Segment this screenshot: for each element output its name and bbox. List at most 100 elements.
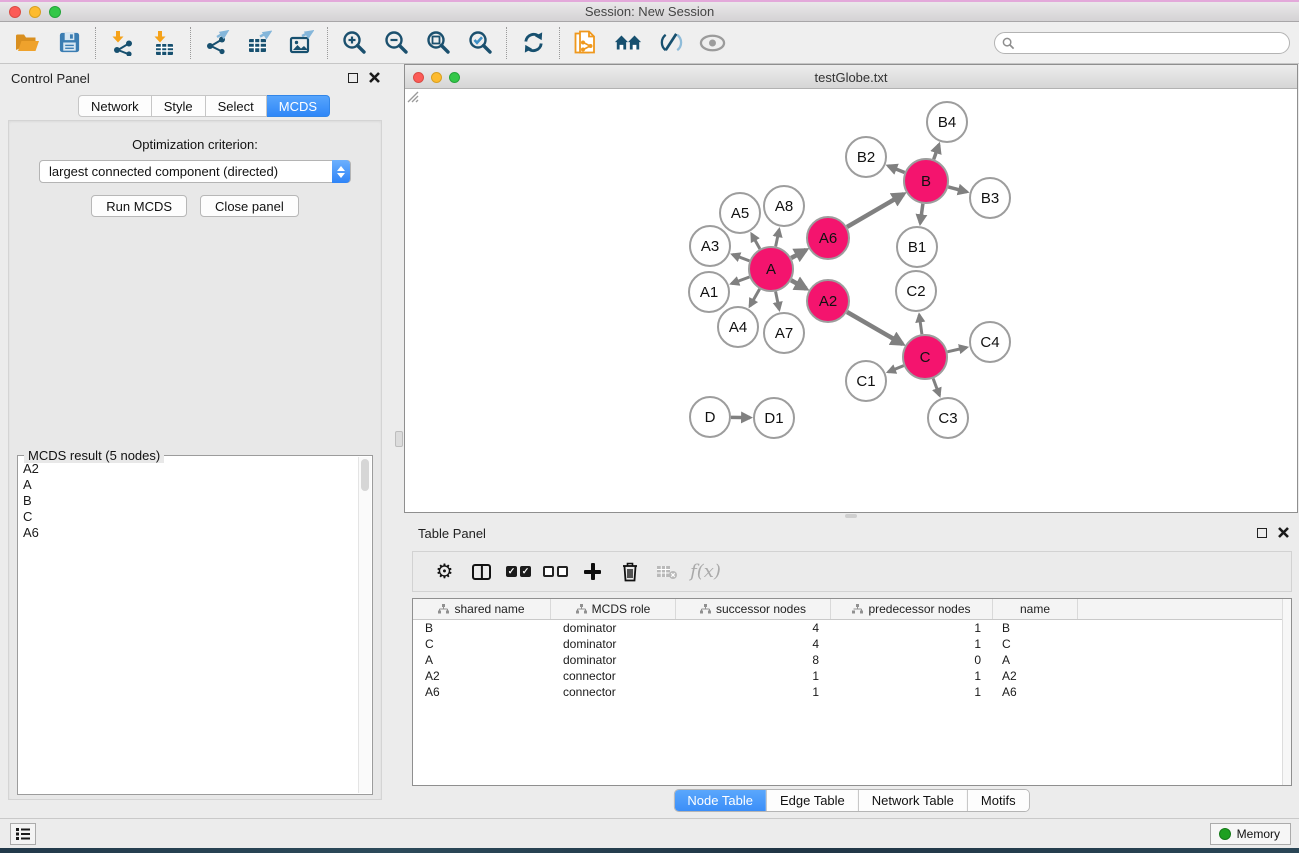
close-panel-button[interactable]: Close panel	[200, 195, 299, 217]
graph-edge-A2-C[interactable]	[847, 312, 902, 344]
export-network-icon[interactable]	[196, 26, 238, 60]
tab-select[interactable]: Select	[206, 95, 267, 117]
save-session-icon[interactable]	[48, 26, 90, 60]
node-table: shared name MCDS role successor nodes pr…	[412, 598, 1292, 786]
result-item[interactable]: A6	[23, 525, 358, 541]
result-item[interactable]: A2	[23, 461, 358, 477]
main-toolbar	[0, 22, 1299, 64]
graph-edge-B-B4[interactable]	[934, 145, 939, 160]
graph-node-label-A: A	[766, 261, 776, 278]
search-field[interactable]	[1019, 36, 1289, 50]
graph-edge-A-A4[interactable]	[750, 289, 760, 306]
close-panel-icon[interactable]	[369, 72, 380, 83]
memory-button[interactable]: Memory	[1210, 823, 1291, 845]
mcds-result-list[interactable]: A2 A B C A6	[19, 457, 358, 793]
table-scrollbar[interactable]	[1282, 599, 1291, 785]
graph-edge-A-A1[interactable]	[732, 277, 750, 284]
table-row[interactable]: B dominator 4 1 B	[413, 620, 1291, 636]
result-item[interactable]: C	[23, 509, 358, 525]
tab-motifs[interactable]: Motifs	[967, 790, 1029, 811]
table-settings-gear-icon[interactable]: ⚙	[426, 557, 463, 587]
tab-mcds[interactable]: MCDS	[267, 95, 330, 117]
network-canvas[interactable]: B4B2BB3A5A8A6A3B1AA1C2A2A4A7C4CC1C3DD1	[405, 89, 1297, 512]
float-table-panel-icon[interactable]	[1257, 528, 1267, 538]
tab-network-table[interactable]: Network Table	[858, 790, 967, 811]
graph-edge-C-C2[interactable]	[919, 315, 922, 334]
home-icon[interactable]	[607, 26, 649, 60]
zoom-out-icon[interactable]	[375, 26, 417, 60]
graph-edge-B-B3[interactable]	[948, 187, 967, 192]
graph-edge-A-A5[interactable]	[752, 234, 760, 249]
criterion-value: largest connected component (directed)	[49, 164, 278, 179]
import-table-file-icon[interactable]	[143, 26, 185, 60]
graph-edge-A-A3[interactable]	[732, 254, 749, 260]
network-view-window: testGlobe.txt B4B2BB3A5A8A6A3B1AA1C2A2A4…	[404, 64, 1298, 513]
graph-edge-A6-B[interactable]	[847, 194, 904, 227]
table-row[interactable]: C dominator 4 1 C	[413, 636, 1291, 652]
column-header-shared-name[interactable]: shared name	[413, 599, 551, 619]
result-item[interactable]: B	[23, 493, 358, 509]
result-item[interactable]: A	[23, 477, 358, 493]
hide-graphics-details-icon[interactable]	[649, 26, 691, 60]
add-column-icon[interactable]	[574, 557, 611, 587]
show-graphics-details-icon[interactable]	[691, 26, 733, 60]
table-row[interactable]: A2 connector 1 1 A2	[413, 668, 1291, 684]
shared-column-icon	[852, 604, 863, 614]
mcds-result-box: MCDS result (5 nodes) A2 A B C A6	[17, 455, 373, 795]
select-stepper-icon	[332, 160, 350, 183]
tab-node-table[interactable]: Node Table	[674, 790, 766, 811]
delete-column-icon[interactable]	[611, 557, 648, 587]
float-panel-icon[interactable]	[348, 73, 358, 83]
control-panel-title: Control Panel	[11, 71, 90, 86]
control-panel-tabs: Network Style Select MCDS	[78, 95, 330, 117]
zoom-in-icon[interactable]	[333, 26, 375, 60]
graph-edge-B-B2[interactable]	[888, 166, 904, 173]
network-graph[interactable]: B4B2BB3A5A8A6A3B1AA1C2A2A4A7C4CC1C3DD1	[405, 89, 1297, 512]
column-header-successor-nodes[interactable]: successor nodes	[676, 599, 831, 619]
tab-style[interactable]: Style	[152, 95, 206, 117]
graph-edge-B-B1[interactable]	[920, 204, 923, 223]
select-all-rows-icon[interactable]: ✓✓	[500, 557, 537, 587]
vertical-splitter-handle[interactable]	[395, 431, 403, 447]
task-history-button[interactable]	[10, 823, 36, 845]
graph-edge-A-A7[interactable]	[776, 292, 780, 310]
close-table-panel-icon[interactable]	[1278, 527, 1289, 538]
deselect-all-rows-icon[interactable]	[537, 557, 574, 587]
criterion-select[interactable]: largest connected component (directed)	[39, 160, 351, 183]
export-image-icon[interactable]	[280, 26, 322, 60]
column-header-predecessor-nodes[interactable]: predecessor nodes	[831, 599, 993, 619]
new-network-from-selection-icon[interactable]	[565, 26, 607, 60]
network-window-titlebar[interactable]: testGlobe.txt	[405, 65, 1297, 89]
table-panel: Table Panel ⚙ ✓✓ f(x) shared name	[404, 519, 1299, 818]
graph-edge-C-C1[interactable]	[888, 366, 903, 372]
refresh-icon[interactable]	[512, 26, 554, 60]
export-table-icon[interactable]	[238, 26, 280, 60]
show-columns-icon[interactable]	[463, 557, 500, 587]
graph-edge-A-A6[interactable]	[791, 250, 806, 258]
import-network-file-icon[interactable]	[101, 26, 143, 60]
zoom-selected-icon[interactable]	[459, 26, 501, 60]
mcds-panel: Optimization criterion: largest connecte…	[8, 120, 382, 800]
tab-network[interactable]: Network	[78, 95, 152, 117]
graph-edge-C-C3[interactable]	[933, 379, 939, 396]
tab-edge-table[interactable]: Edge Table	[766, 790, 858, 811]
control-panel: Control Panel Network Style Select MCDS …	[0, 64, 390, 818]
search-input[interactable]	[994, 32, 1290, 54]
session-title: Session: New Session	[0, 4, 1299, 19]
graph-edge-A-A8[interactable]	[776, 230, 780, 247]
graph-edge-A-A2[interactable]	[791, 280, 806, 289]
graph-edge-C-C4[interactable]	[947, 347, 966, 351]
graph-node-label-C1: C1	[856, 373, 875, 390]
horizontal-splitter-handle[interactable]	[845, 514, 857, 518]
table-row[interactable]: A dominator 8 0 A	[413, 652, 1291, 668]
graph-node-label-C3: C3	[938, 410, 957, 427]
table-row[interactable]: A6 connector 1 1 A6	[413, 684, 1291, 700]
result-scrollbar[interactable]	[358, 457, 371, 793]
column-header-name[interactable]: name	[993, 599, 1078, 619]
run-mcds-button[interactable]: Run MCDS	[91, 195, 187, 217]
window-resize-grip[interactable]	[405, 89, 419, 103]
column-header-mcds-role[interactable]: MCDS role	[551, 599, 676, 619]
zoom-fit-icon[interactable]	[417, 26, 459, 60]
open-session-icon[interactable]	[6, 26, 48, 60]
graph-node-label-B3: B3	[981, 190, 999, 207]
